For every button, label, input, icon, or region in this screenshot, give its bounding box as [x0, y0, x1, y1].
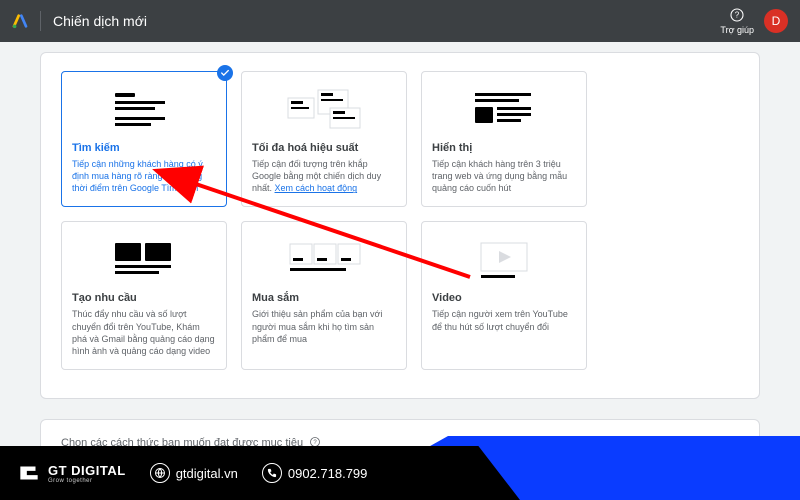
divider: [40, 11, 41, 31]
watermark-footer: GT DIGITALGrow together gtdigital.vn 090…: [0, 436, 800, 500]
card-title: Tạo nhu cầu: [72, 292, 216, 304]
svg-text:?: ?: [735, 11, 740, 20]
brand-logo: GT DIGITALGrow together: [16, 460, 126, 486]
topbar: Chiến dịch mới ? Trợ giúp D: [0, 0, 800, 42]
phone-icon: [262, 463, 282, 483]
thumbnail-demand-icon: [72, 232, 216, 286]
checkmark-icon: [217, 65, 233, 81]
card-title: Mua sắm: [252, 292, 396, 304]
google-ads-logo-icon: [12, 13, 28, 29]
thumbnail-pmax-icon: [252, 82, 396, 136]
campaign-type-search[interactable]: Tìm kiếm Tiếp cận những khách hàng có ý …: [61, 71, 227, 207]
contact-phone: 0902.718.799: [262, 463, 368, 483]
page-title: Chiến dịch mới: [53, 13, 720, 29]
help-button[interactable]: ? Trợ giúp: [720, 7, 754, 35]
card-desc: Thúc đẩy nhu cầu và số lượt chuyển đổi t…: [72, 308, 216, 357]
thumbnail-video-icon: [432, 232, 576, 286]
campaign-type-video[interactable]: Video Tiếp cận người xem trên YouTube để…: [421, 221, 587, 370]
campaign-type-panel: Tìm kiếm Tiếp cận những khách hàng có ý …: [40, 52, 760, 399]
card-desc: Giới thiệu sản phẩm của bạn với người mu…: [252, 308, 396, 344]
brand-mark-icon: [16, 460, 42, 486]
how-it-works-link[interactable]: Xem cách hoạt động: [275, 183, 358, 193]
account-avatar[interactable]: D: [764, 9, 788, 33]
card-title: Tìm kiếm: [72, 142, 216, 154]
thumbnail-display-icon: [432, 82, 576, 136]
campaign-type-performance-max[interactable]: Tối đa hoá hiệu suất Tiếp cận đối tượng …: [241, 71, 407, 207]
help-icon: ?: [729, 7, 745, 25]
card-title: Video: [432, 292, 576, 304]
thumbnail-shopping-icon: [252, 232, 396, 286]
help-label: Trợ giúp: [720, 25, 754, 35]
card-desc: Tiếp cận người xem trên YouTube để thu h…: [432, 308, 576, 332]
contact-website: gtdigital.vn: [150, 463, 238, 483]
campaign-type-shopping[interactable]: Mua sắm Giới thiệu sản phẩm của bạn với …: [241, 221, 407, 370]
campaign-type-display[interactable]: Hiển thị Tiếp cận khách hàng trên 3 triệ…: [421, 71, 587, 207]
card-desc: Tiếp cận đối tượng trên khắp Google bằng…: [252, 158, 396, 194]
card-title: Hiển thị: [432, 142, 576, 154]
card-desc: Tiếp cận khách hàng trên 3 triệu trang w…: [432, 158, 576, 194]
thumbnail-search-icon: [72, 82, 216, 136]
campaign-type-demand-gen[interactable]: Tạo nhu cầu Thúc đẩy nhu cầu và số lượt …: [61, 221, 227, 370]
card-title: Tối đa hoá hiệu suất: [252, 142, 396, 154]
card-desc: Tiếp cận những khách hàng có ý định mua …: [72, 158, 216, 194]
globe-icon: [150, 463, 170, 483]
